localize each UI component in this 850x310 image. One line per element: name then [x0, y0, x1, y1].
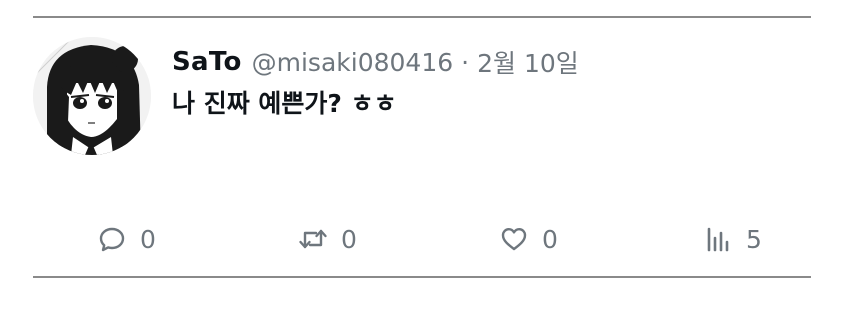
views-button[interactable]: 5: [702, 222, 762, 256]
bottom-divider: [33, 276, 811, 278]
display-name[interactable]: SaTo: [172, 47, 242, 77]
retweet-icon: [297, 223, 329, 255]
heart-icon: [498, 223, 530, 255]
retweet-button[interactable]: 0: [297, 222, 357, 256]
tweet-date[interactable]: 2월 10일: [477, 44, 579, 80]
avatar-image: [33, 37, 151, 155]
top-divider: [33, 16, 811, 18]
user-handle[interactable]: @misaki080416: [252, 48, 454, 77]
reply-count: 0: [140, 224, 156, 254]
avatar[interactable]: [33, 37, 151, 155]
reply-icon: [96, 223, 128, 255]
tweet-actions: 0 0 0 5: [0, 222, 850, 256]
tweet-text: 나 진짜 예쁜가? ㅎㅎ: [172, 89, 397, 118]
retweet-count: 0: [341, 224, 357, 254]
tweet-header: SaTo @misaki080416 · 2월 10일: [172, 42, 579, 82]
like-button[interactable]: 0: [498, 222, 558, 256]
like-count: 0: [542, 224, 558, 254]
views-chart-icon: [702, 223, 734, 255]
reply-button[interactable]: 0: [96, 222, 156, 256]
header-separator: ·: [461, 47, 470, 77]
views-count: 5: [746, 224, 762, 254]
